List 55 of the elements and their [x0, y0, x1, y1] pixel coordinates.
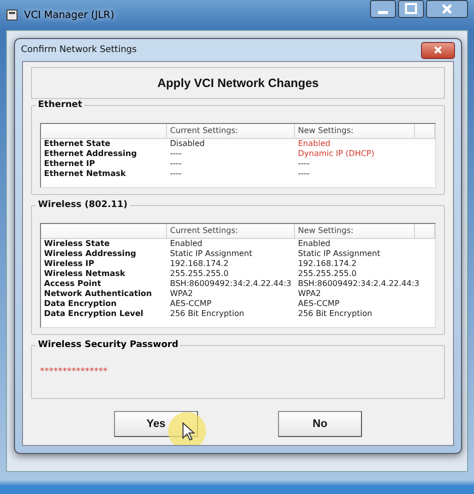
table-cell-text: WPA2 — [169, 289, 194, 299]
table-cell-text: 256 Bit Encryption — [169, 309, 246, 319]
table-cell-text: Static IP Assignment — [297, 249, 382, 259]
row-label: Wireless IP — [43, 259, 96, 269]
dialog-heading: Apply VCI Network Changes — [31, 67, 445, 99]
column-header: Current Settings: — [167, 224, 295, 239]
app-icon — [6, 9, 18, 21]
table-cell-text: ---- — [169, 169, 183, 179]
row-label: Data Encryption Level — [43, 309, 144, 319]
header-cell — [415, 124, 435, 139]
table-cell-text: ---- — [297, 159, 311, 169]
table-cell-text: Static IP Assignment — [169, 249, 254, 259]
table-cell-text: Disabled — [169, 139, 206, 149]
table-cell-text: ---- — [169, 159, 183, 169]
section-title: Wireless Security Password — [36, 340, 180, 351]
dialog-button[interactable]: No — [278, 411, 362, 437]
table-cell-text: Enabled — [297, 139, 332, 149]
maximize-button[interactable] — [398, 0, 424, 18]
pointer-icon — [167, 411, 207, 445]
table-cell-text: AES-CCMP — [297, 299, 340, 309]
close-button[interactable] — [426, 0, 468, 18]
row-label: Wireless Netmask — [43, 269, 126, 279]
row-label: Access Point — [43, 279, 102, 289]
dialog-title: Confirm Network Settings — [21, 45, 137, 55]
section-title: Wireless (802.11) — [36, 200, 130, 211]
row-label: Network Authentication — [43, 289, 153, 299]
table-cell-text: 256 Bit Encryption — [297, 309, 374, 319]
table-cell-text: Enabled — [169, 239, 204, 249]
header-cell — [415, 224, 435, 239]
close-button[interactable] — [421, 42, 455, 58]
column-header: New Settings: — [295, 224, 415, 239]
table-cell-text: ---- — [169, 149, 183, 159]
window-title: VCI Manager (JLR) — [24, 10, 114, 20]
table-cell-text: 192.168.174.2 — [169, 259, 230, 269]
table-cell-text: Dynamic IP (DHCP) — [297, 149, 376, 159]
table-cell-text: WPA2 — [297, 289, 322, 299]
row-label: Ethernet Netmask — [43, 169, 127, 179]
table-cell-text: BSH:86009492:34:2.4.22.44:3 — [169, 279, 292, 289]
table-cell-text: 255.255.255.0 — [297, 269, 358, 279]
table-cell-text: 192.168.174.2 — [297, 259, 358, 269]
table-cell-text: AES-CCMP — [169, 299, 212, 309]
row-label: Data Encryption — [43, 299, 118, 309]
row-label: Wireless State — [43, 239, 111, 249]
row-label: Ethernet State — [43, 139, 112, 149]
row-label: Wireless Addressing — [43, 249, 138, 259]
password-value: *************** — [40, 367, 108, 377]
table-cell-text: 255.255.255.0 — [169, 269, 230, 279]
column-header: Current Settings: — [167, 124, 295, 139]
table-cell-text: Enabled — [297, 239, 332, 249]
row-label: Ethernet IP — [43, 159, 96, 169]
minimize-button[interactable] — [370, 0, 396, 18]
close-icon — [434, 46, 442, 54]
row-label: Ethernet Addressing — [43, 149, 138, 159]
table-cell-text: ---- — [297, 169, 311, 179]
column-header: New Settings: — [295, 124, 415, 139]
